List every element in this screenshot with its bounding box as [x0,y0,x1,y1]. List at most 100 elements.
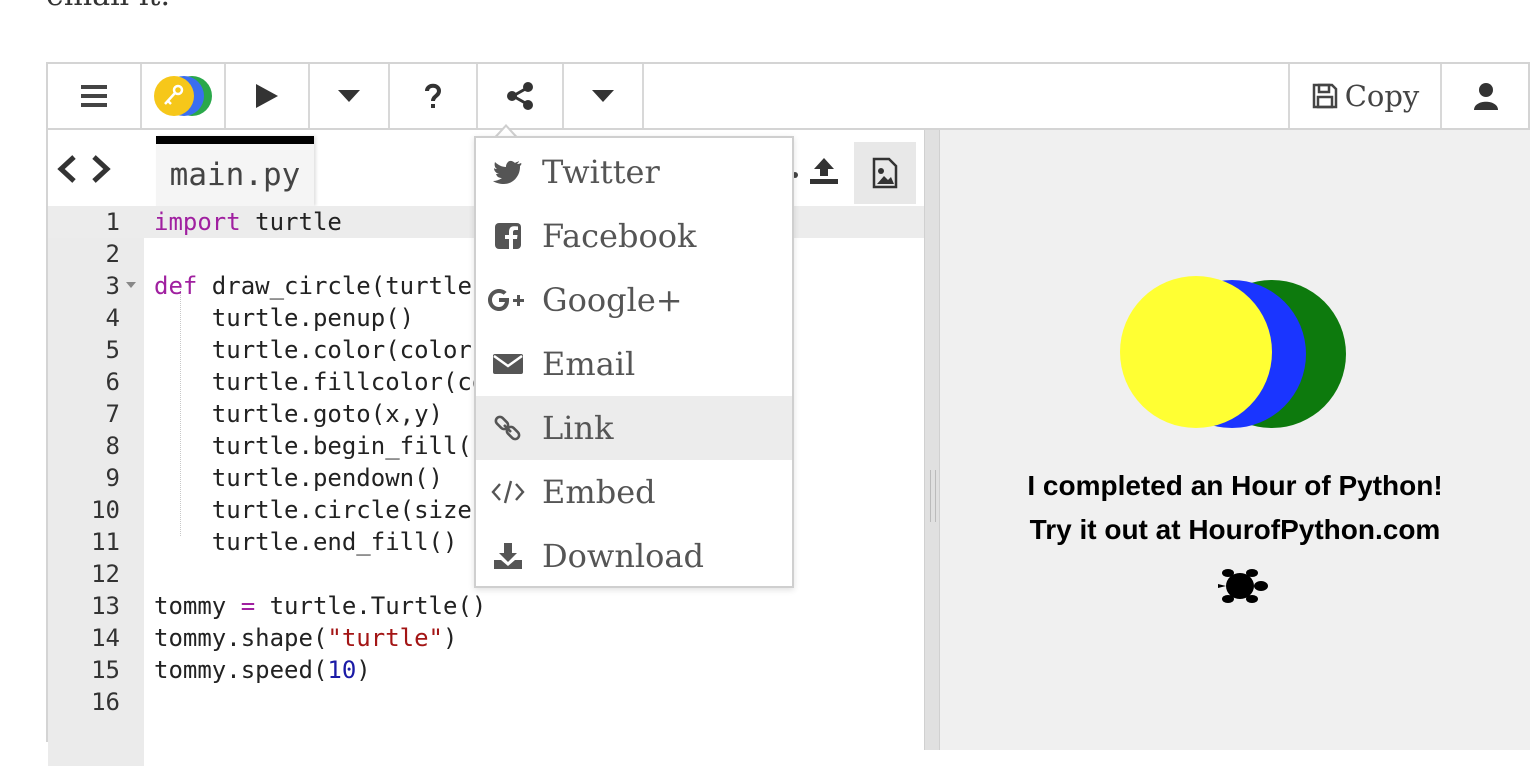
code-text: turtle.begin_fill() [154,430,487,462]
intro-text: email it. [46,0,170,13]
trinket-logo-icon [154,76,212,116]
line-number: 3 [105,272,120,300]
code-token: ) [356,656,371,684]
google-plus-icon [484,286,532,314]
share-download-label: Download [542,537,704,575]
code-token: turtle.circle(size) [154,496,487,524]
share-facebook-label: Facebook [542,217,697,255]
code-line[interactable]: 14 tommy.shape("turtle") [48,622,924,654]
line-number: 10 [91,496,120,524]
user-icon [1474,83,1498,110]
toolbar: Copy [48,64,1528,130]
code-token: tommy.shape( [154,624,328,652]
help-button[interactable] [390,64,478,128]
code-text: tommy.speed(10) [154,654,371,686]
caret-down-icon [592,90,614,102]
turtle-circles-drawing [1120,276,1346,428]
yellow-circle [1120,276,1272,428]
line-number: 2 [105,240,120,268]
run-button[interactable] [226,64,310,128]
output-message-line-2: Try it out at HourofPython.com [1029,514,1441,545]
chevron-right-icon[interactable] [90,154,112,184]
turtle-cursor-icon [1218,569,1268,603]
line-number: 13 [91,592,120,620]
code-text: def draw_circle(turtle, [154,270,486,302]
code-text: tommy = turtle.Turtle() [154,590,486,622]
code-token: def [154,272,198,300]
splitter-grip[interactable] [930,470,936,522]
code-token: import [154,208,241,236]
caret-down-icon [338,90,360,102]
code-token: turtle.end_fill() [154,528,458,556]
play-icon [256,84,278,108]
line-number: 8 [105,432,120,460]
link-icon [484,413,532,443]
code-text: turtle.pendown() [154,462,443,494]
fold-toggle-icon[interactable] [126,282,136,288]
code-token: draw_circle(turtle, [197,272,487,300]
share-google-plus-item[interactable]: Google+ [476,268,792,332]
output-message-line-1: I completed an Hour of Python! [1027,470,1443,501]
line-number: 7 [105,400,120,428]
line-number: 9 [105,464,120,492]
line-number: 14 [91,624,120,652]
code-token: turtle.pendown() [154,464,443,492]
run-options-dropdown[interactable] [310,64,390,128]
tab-main-py[interactable]: main.py [156,136,314,206]
hamburger-icon [81,85,107,107]
line-number: 12 [91,560,120,588]
share-facebook-item[interactable]: Facebook [476,204,792,268]
code-text: turtle.end_fill() [154,526,458,558]
twitter-icon [484,159,532,185]
pane-splitter[interactable] [924,130,940,750]
share-menu: Twitter Facebook Google+ Email Link Embe… [474,136,794,588]
logo-button[interactable] [142,64,226,128]
output-pane: I completed an Hour of Python! Try it ou… [940,130,1530,750]
save-icon [1312,83,1337,109]
code-text: turtle.color(color) [154,334,487,366]
code-token: 10 [327,656,357,684]
code-text: turtle.goto(x,y) [154,398,443,430]
image-library-button[interactable] [854,142,916,204]
line-number: 11 [91,528,120,556]
tab-scroll-arrows[interactable] [56,154,112,184]
code-token: turtle.color(color) [154,336,487,364]
copy-button[interactable]: Copy [1288,64,1442,128]
copy-label: Copy [1344,79,1420,113]
code-text: turtle.penup() [154,302,414,334]
code-token: turtle.begin_fill() [154,432,487,460]
share-button[interactable] [478,64,564,128]
line-number: 5 [105,336,120,364]
code-line[interactable]: 13 tommy = turtle.Turtle() [48,590,924,622]
facebook-icon [484,222,532,250]
share-icon [507,82,533,110]
code-line[interactable]: 16 [48,686,924,718]
more-options-dropdown[interactable] [564,64,644,128]
image-file-icon [872,157,898,189]
code-token: turtle.Turtle() [255,592,487,620]
share-email-item[interactable]: Email [476,332,792,396]
download-icon [484,541,532,571]
share-download-item[interactable]: Download [476,524,792,588]
upload-button[interactable] [808,156,840,190]
code-token: turtle.fillcolor(co [154,368,487,396]
upload-icon [810,158,838,184]
code-token: tommy [154,592,241,620]
share-google-plus-label: Google+ [542,281,683,319]
line-number: 16 [91,688,120,716]
code-text: turtle.fillcolor(co [154,366,487,398]
chevron-left-icon[interactable] [56,154,78,184]
menu-button[interactable] [48,64,142,128]
share-embed-item[interactable]: Embed [476,460,792,524]
line-number: 15 [91,656,120,684]
question-icon [425,83,442,108]
user-account-button[interactable] [1442,64,1530,128]
share-twitter-item[interactable]: Twitter [476,140,792,204]
envelope-icon [484,352,532,376]
share-link-item[interactable]: Link [476,396,792,460]
line-number: 1 [105,208,120,236]
share-link-label: Link [542,409,614,447]
code-token: turtle.penup() [154,304,415,332]
code-icon [484,479,532,505]
code-line[interactable]: 15 tommy.speed(10) [48,654,924,686]
